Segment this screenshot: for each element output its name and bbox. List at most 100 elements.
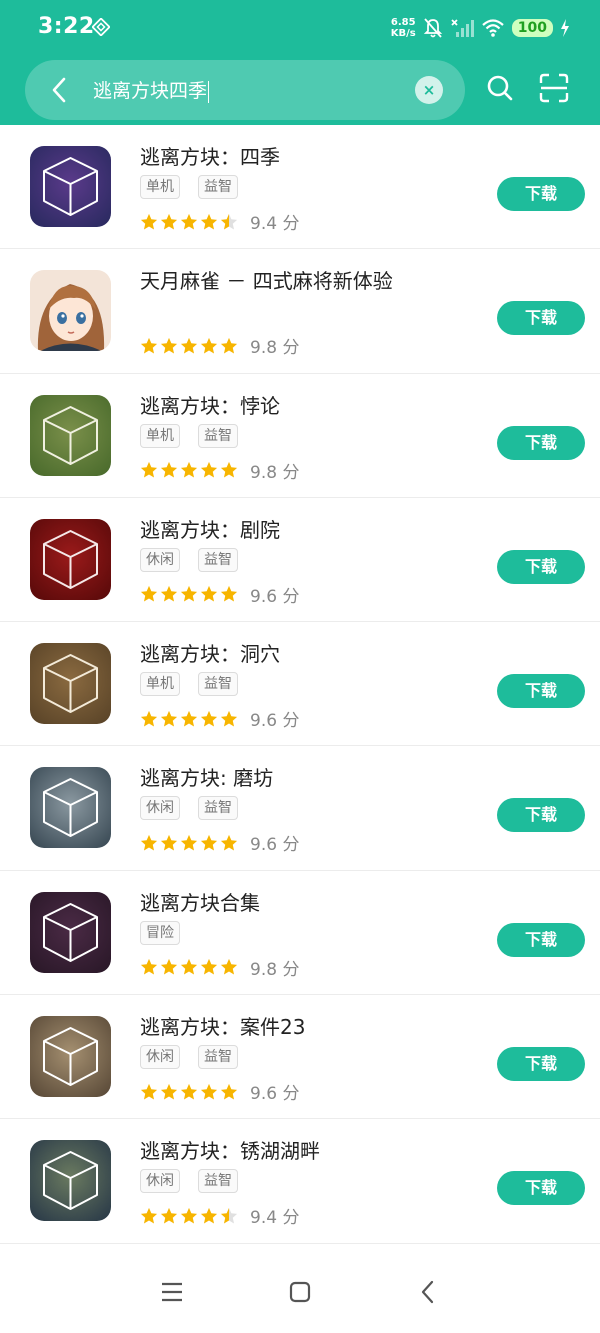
anime-girl-icon bbox=[30, 270, 111, 352]
cube-icon-cave bbox=[30, 643, 111, 725]
score-unit: 分 bbox=[282, 711, 300, 732]
app-icon[interactable] bbox=[30, 394, 111, 476]
rating-star-icon bbox=[200, 1083, 218, 1100]
app-tag: 益智 bbox=[198, 1169, 238, 1194]
rating-star-icon bbox=[160, 834, 178, 851]
score-value: 9.6 bbox=[250, 835, 278, 856]
battery-level: 100 bbox=[511, 19, 553, 37]
rating-star-icon bbox=[180, 1083, 198, 1100]
app-title[interactable]: 逃离方块：洞穴 bbox=[140, 638, 280, 667]
rating-star-icon bbox=[140, 1207, 158, 1224]
top-header: 3:22 6.85 KB/s 100 逃离方块四季 × bbox=[0, 0, 600, 125]
app-list-item[interactable]: 逃离方块：悖论 单机 益智 9.8 分 下载 bbox=[0, 374, 600, 498]
rating-star-icon bbox=[180, 710, 198, 727]
score-unit: 分 bbox=[282, 338, 300, 359]
clear-search-button[interactable]: × bbox=[415, 76, 443, 104]
search-bar[interactable]: 逃离方块四季 × bbox=[25, 60, 465, 120]
app-list-item[interactable]: 逃离方块：案件23 休闲 益智 9.6 分 下载 bbox=[0, 995, 600, 1120]
rating-score: 9.6 分 bbox=[250, 830, 299, 855]
menu-nav-button[interactable] bbox=[156, 1276, 188, 1308]
app-tag: 休闲 bbox=[140, 1169, 180, 1194]
app-icon[interactable] bbox=[30, 643, 111, 725]
net-speed: 6.85 KB/s bbox=[391, 17, 416, 39]
rating-star-icon bbox=[200, 213, 218, 229]
cube-icon-case23 bbox=[30, 1016, 111, 1098]
app-tag: 益智 bbox=[198, 672, 238, 697]
app-title[interactable]: 逃离方块：悖论 bbox=[140, 390, 280, 419]
app-list-item[interactable]: 逃离方块：剧院 休闲 益智 9.6 分 下载 bbox=[0, 498, 600, 623]
download-button[interactable]: 下载 bbox=[497, 549, 585, 584]
app-title[interactable]: 逃离方块：剧院 bbox=[140, 514, 280, 543]
download-button[interactable]: 下载 bbox=[497, 674, 585, 709]
download-button[interactable]: 下载 bbox=[497, 1171, 585, 1206]
app-tags: 休闲 益智 bbox=[140, 547, 238, 572]
app-tag: 单机 bbox=[140, 175, 180, 199]
app-title[interactable]: 逃离方块：案件23 bbox=[140, 1011, 305, 1040]
home-nav-button[interactable] bbox=[284, 1276, 316, 1308]
score-value: 9.6 bbox=[250, 711, 278, 732]
download-button[interactable]: 下载 bbox=[497, 922, 585, 957]
score-unit: 分 bbox=[282, 959, 300, 980]
home-square-icon bbox=[289, 1281, 311, 1303]
scan-button[interactable] bbox=[538, 72, 570, 104]
rating-star-icon bbox=[140, 959, 158, 975]
rating-stars bbox=[140, 1083, 238, 1101]
app-list-item[interactable]: 逃离方块：洞穴 单机 益智 9.6 分 下载 bbox=[0, 622, 600, 747]
download-button[interactable]: 下载 bbox=[497, 301, 585, 336]
search-results-list: 逃离方块：四季 单机 益智 9.4 分 下载 天月麻雀 － 四式麻将新体验 9.… bbox=[0, 125, 600, 1244]
score-value: 9.8 bbox=[250, 462, 278, 483]
app-list-item[interactable]: 逃离方块: 磨坊 休闲 益智 9.6 分 下载 bbox=[0, 746, 600, 871]
signal-no-service-icon bbox=[451, 19, 474, 37]
score-value: 9.6 bbox=[250, 586, 278, 607]
app-rating: 9.4 分 bbox=[140, 1203, 299, 1228]
app-rating: 9.6 分 bbox=[140, 830, 299, 855]
app-icon[interactable] bbox=[30, 1016, 111, 1098]
app-title[interactable]: 逃离方块：四季 bbox=[140, 141, 280, 170]
back-nav-button[interactable] bbox=[412, 1276, 444, 1308]
download-button[interactable]: 下载 bbox=[497, 425, 585, 460]
rating-star-icon bbox=[220, 586, 238, 602]
app-tag: 益智 bbox=[198, 175, 238, 199]
app-title[interactable]: 天月麻雀 － 四式麻将新体验 bbox=[140, 265, 393, 294]
cube-icon-mill bbox=[30, 767, 111, 849]
rating-star-icon bbox=[140, 461, 158, 478]
rating-star-icon bbox=[140, 834, 158, 851]
app-icon[interactable] bbox=[30, 518, 111, 600]
scan-icon bbox=[539, 73, 569, 103]
rating-star-icon bbox=[220, 1207, 238, 1224]
download-button[interactable]: 下载 bbox=[497, 798, 585, 833]
app-icon[interactable] bbox=[30, 146, 111, 227]
app-rating: 9.6 分 bbox=[140, 706, 299, 731]
rating-score: 9.6 分 bbox=[250, 582, 299, 607]
score-unit: 分 bbox=[282, 462, 300, 483]
download-button[interactable]: 下载 bbox=[497, 1047, 585, 1082]
cube-icon-seasons bbox=[30, 146, 111, 227]
rating-star-icon bbox=[220, 710, 238, 727]
rating-score: 9.8 分 bbox=[250, 955, 299, 980]
app-list-item[interactable]: 逃离方块：锈湖湖畔 休闲 益智 9.4 分 下载 bbox=[0, 1119, 600, 1244]
charging-bolt-icon bbox=[561, 19, 569, 37]
search-input[interactable]: 逃离方块四季 bbox=[93, 76, 210, 103]
back-button[interactable] bbox=[43, 74, 75, 106]
app-list-item[interactable]: 逃离方块合集 冒险 9.8 分 下载 bbox=[0, 871, 600, 996]
app-title[interactable]: 逃离方块：锈湖湖畔 bbox=[140, 1135, 320, 1164]
download-button[interactable]: 下载 bbox=[497, 177, 585, 211]
rating-star-icon bbox=[220, 337, 238, 354]
app-tag: 益智 bbox=[198, 796, 238, 821]
rating-star-icon bbox=[200, 710, 218, 727]
app-list-item[interactable]: 天月麻雀 － 四式麻将新体验 9.8 分 下载 bbox=[0, 249, 600, 374]
app-icon[interactable] bbox=[30, 767, 111, 849]
search-button[interactable] bbox=[484, 72, 516, 104]
app-icon[interactable] bbox=[30, 270, 111, 352]
app-list-item[interactable]: 逃离方块：四季 单机 益智 9.4 分 下载 bbox=[0, 125, 600, 250]
app-icon[interactable] bbox=[30, 1140, 111, 1222]
app-title[interactable]: 逃离方块: 磨坊 bbox=[140, 762, 273, 791]
app-icon[interactable] bbox=[30, 891, 111, 973]
net-speed-unit: KB/s bbox=[390, 28, 416, 39]
rating-stars bbox=[140, 710, 238, 728]
app-title[interactable]: 逃离方块合集 bbox=[140, 887, 260, 916]
app-tags: 冒险 bbox=[140, 920, 180, 945]
rating-star-icon bbox=[180, 1207, 198, 1224]
rating-star-icon bbox=[180, 959, 198, 975]
rating-star-icon bbox=[140, 1083, 158, 1100]
